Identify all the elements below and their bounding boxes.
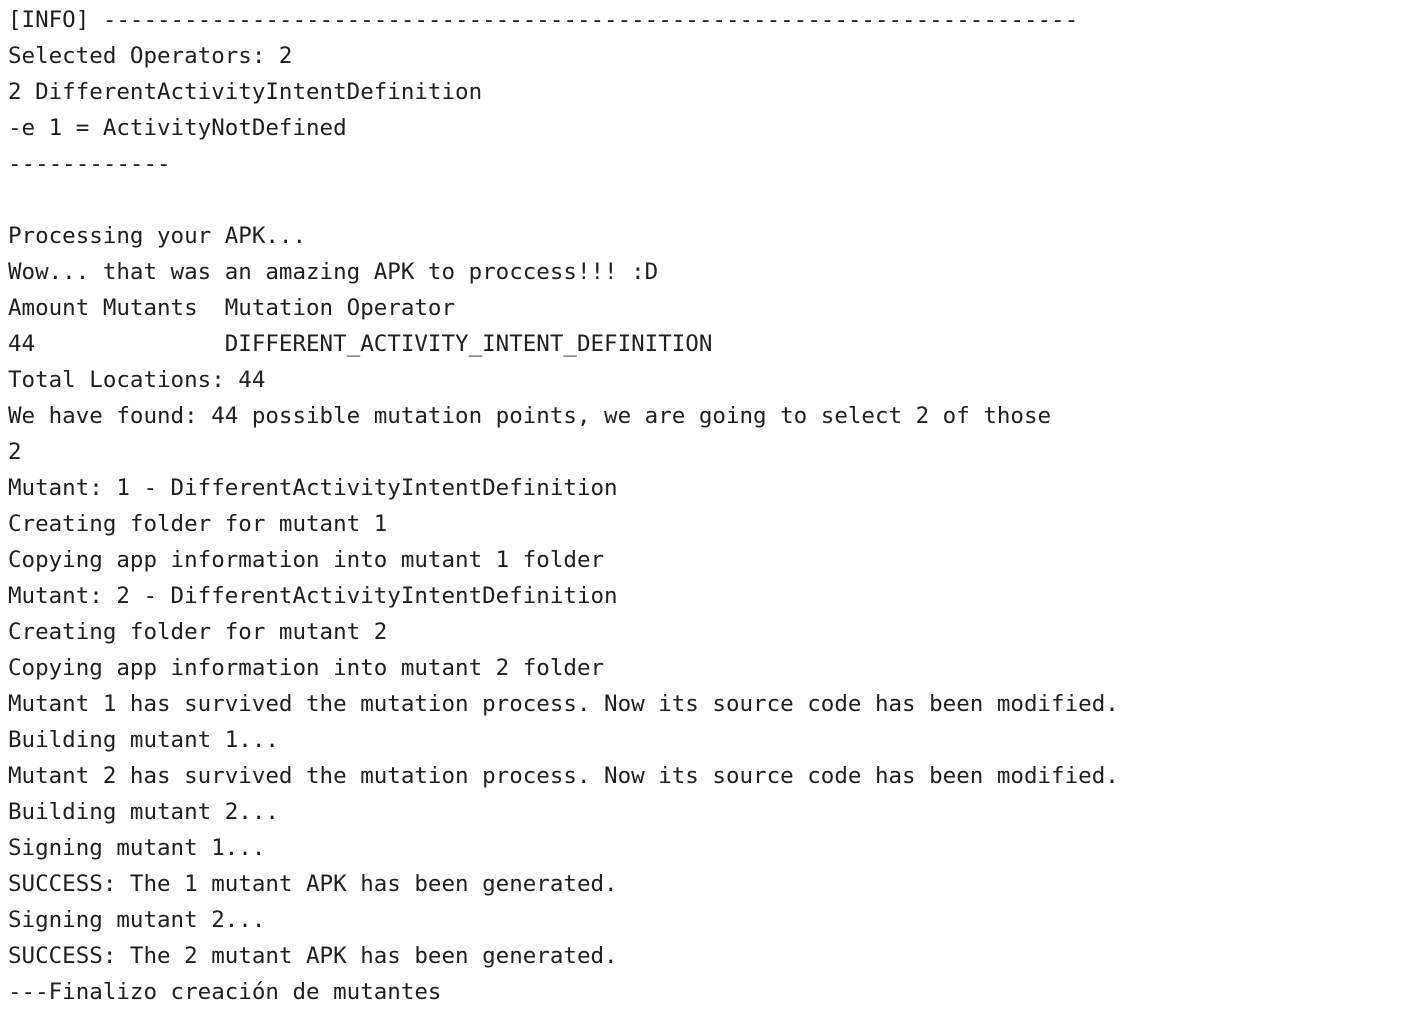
console-line-finished: ---Finalizo creación de mutantes: [8, 979, 442, 1005]
console-line-mutant-2-survived: Mutant 2 has survived the mutation proce…: [8, 763, 1119, 789]
console-line-mutant-2-copy: Copying app information into mutant 2 fo…: [8, 655, 605, 681]
console-line-short-separator: ------------: [8, 151, 171, 177]
console-line-mutant-2-success: SUCCESS: The 2 mutant APK has been gener…: [8, 943, 618, 969]
console-line-operator-option: -e 1 = ActivityNotDefined: [8, 115, 347, 141]
console-line-mutant-2-header: Mutant: 2 - DifferentActivityIntentDefin…: [8, 583, 618, 609]
console-line-mutant-1-survived: Mutant 1 has survived the mutation proce…: [8, 691, 1119, 717]
console-line-mutant-1-success: SUCCESS: The 1 mutant APK has been gener…: [8, 871, 618, 897]
console-output: [INFO] ---------------------------------…: [8, 2, 1416, 1006]
console-line-mutant-1-header: Mutant: 1 - DifferentActivityIntentDefin…: [8, 475, 618, 501]
console-line-processed-message: Wow... that was an amazing APK to procce…: [8, 259, 659, 285]
console-line-processing: Processing your APK...: [8, 223, 307, 249]
console-line-count: 2: [8, 439, 22, 465]
console-line-operator-entry: 2 DifferentActivityIntentDefinition: [8, 79, 483, 105]
console-line-table-header: Amount Mutants Mutation Operator: [8, 295, 456, 321]
console-line-table-row: 44 DIFFERENT_ACTIVITY_INTENT_DEFINITION: [8, 331, 713, 357]
console-line-mutation-points: We have found: 44 possible mutation poin…: [8, 403, 1052, 429]
console-line-mutant-1-folder: Creating folder for mutant 1: [8, 511, 388, 537]
console-line-mutant-1-signing: Signing mutant 1...: [8, 835, 266, 861]
console-line-selected-operators: Selected Operators: 2: [8, 43, 293, 69]
console-line-mutant-2-folder: Creating folder for mutant 2: [8, 619, 388, 645]
console-line-info-separator: [INFO] ---------------------------------…: [8, 7, 1079, 33]
console-line-mutant-1-copy: Copying app information into mutant 1 fo…: [8, 547, 605, 573]
console-line-mutant-2-signing: Signing mutant 2...: [8, 907, 266, 933]
console-line-blank: [8, 182, 1416, 218]
console-line-mutant-1-building: Building mutant 1...: [8, 727, 279, 753]
console-line-total-locations: Total Locations: 44: [8, 367, 266, 393]
console-line-mutant-2-building: Building mutant 2...: [8, 799, 279, 825]
